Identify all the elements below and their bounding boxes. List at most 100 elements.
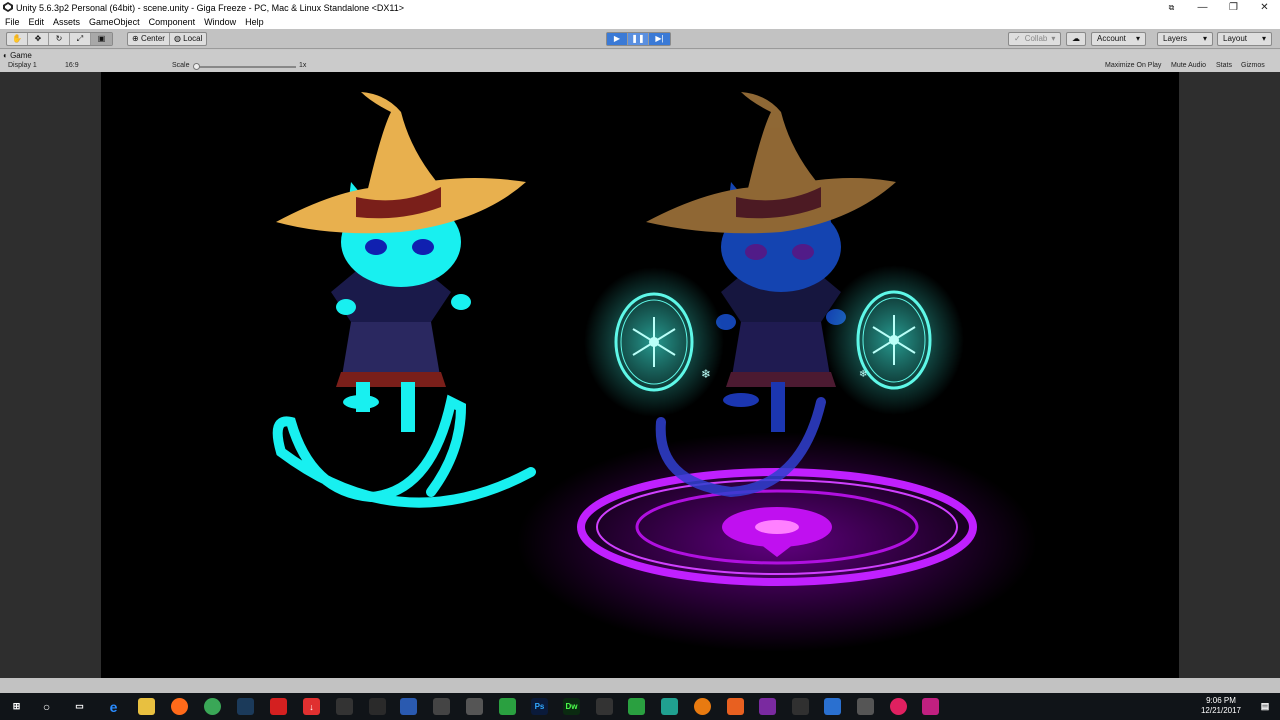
download-icon[interactable]: ↓ xyxy=(303,698,320,715)
transform-tools: ✋ ✥ ↻ ⤢ ▣ xyxy=(6,32,113,46)
app-orange-icon[interactable] xyxy=(727,698,744,715)
menu-window[interactable]: Window xyxy=(204,17,236,27)
mute-audio-toggle[interactable]: Mute Audio xyxy=(1171,62,1206,69)
rotate-tool-icon[interactable]: ↻ xyxy=(49,33,70,45)
scale-tool-icon[interactable]: ⤢ xyxy=(70,33,91,45)
snowflake-seal-left xyxy=(584,267,724,417)
cloud-button[interactable]: ☁ xyxy=(1066,32,1086,46)
itunes-icon[interactable] xyxy=(890,698,907,715)
unity-logo-icon xyxy=(3,2,13,12)
menu-gameobject[interactable]: GameObject xyxy=(89,17,140,27)
cortana-icon[interactable]: ○ xyxy=(38,698,55,715)
edge-icon[interactable]: e xyxy=(105,698,122,715)
maximize-button[interactable]: ❐ xyxy=(1218,0,1249,15)
clock-time: 9:06 PM xyxy=(1206,696,1236,705)
title-bar: Unity 5.6.3p2 Personal (64bit) - scene.u… xyxy=(0,0,1280,15)
account-label: Account xyxy=(1097,34,1126,43)
unity-icon[interactable] xyxy=(792,698,809,715)
layout-label: Layout xyxy=(1223,34,1248,43)
clock[interactable]: 9:06 PM 12/21/2017 xyxy=(1196,696,1246,716)
app-gray4-icon[interactable] xyxy=(466,698,483,715)
game-tab-icon: ◐ xyxy=(3,51,8,60)
menu-edit[interactable]: Edit xyxy=(29,17,45,27)
app-blue2-icon[interactable] xyxy=(824,698,841,715)
magic-circle xyxy=(517,432,1037,652)
status-bar xyxy=(0,678,1280,693)
blender-icon[interactable] xyxy=(694,698,711,715)
chevron-down-icon: ▾ xyxy=(1202,34,1207,43)
snowflake-particle: ❄ xyxy=(859,369,867,380)
chrome-icon[interactable] xyxy=(204,698,221,715)
globe-icon: ◍ xyxy=(173,34,181,43)
app-red-icon[interactable] xyxy=(270,698,287,715)
main-toolbar: ✋ ✥ ↻ ⤢ ▣ ⊕ Center ◍ Local ▶ ❚❚ ▶| ✓ Coll… xyxy=(0,29,1280,49)
menu-help[interactable]: Help xyxy=(245,17,264,27)
app-pink-icon[interactable] xyxy=(922,698,939,715)
scale-value: 1x xyxy=(299,62,307,69)
chevron-down-icon: ▾ xyxy=(1051,34,1056,43)
app-gray6-icon[interactable] xyxy=(857,698,874,715)
app-gray3-icon[interactable] xyxy=(433,698,450,715)
tab-game[interactable]: ◐ Game xyxy=(3,51,32,61)
pause-button[interactable]: ❚❚ xyxy=(628,33,649,45)
move-tool-icon[interactable]: ✥ xyxy=(28,33,49,45)
cloud-icon: ☁ xyxy=(1072,34,1080,43)
game-toolbar: Display 1 16:9 Scale 1x Maximize On Play… xyxy=(0,61,1280,71)
notifications-icon[interactable]: ▤ xyxy=(1256,698,1274,715)
collab-label: Collab xyxy=(1024,34,1048,43)
aspect-dropdown[interactable]: 16:9 xyxy=(65,62,79,69)
snowflake-particle: ❄ xyxy=(701,367,711,381)
app-gray2-icon[interactable] xyxy=(369,698,386,715)
task-view-icon[interactable]: ▭ xyxy=(71,698,88,715)
pivot-local-label: Local xyxy=(183,34,203,43)
pivot-toggles: ⊕ Center ◍ Local xyxy=(127,32,208,46)
pivot-local-button[interactable]: ◍ Local xyxy=(170,33,206,45)
app-green-icon[interactable] xyxy=(499,698,516,715)
restore-icon[interactable]: ⧉ xyxy=(1156,0,1187,15)
cat-witch-left xyxy=(272,92,536,508)
menu-component[interactable]: Component xyxy=(149,17,196,27)
firefox-icon[interactable] xyxy=(171,698,188,715)
menu-bar: File Edit Assets GameObject Component Wi… xyxy=(0,15,1280,29)
layers-dropdown[interactable]: Layers ▾ xyxy=(1157,32,1213,46)
account-dropdown[interactable]: Account ▾ xyxy=(1091,32,1146,46)
photoshop-icon[interactable]: Ps xyxy=(531,698,548,715)
window-title: Unity 5.6.3p2 Personal (64bit) - scene.u… xyxy=(16,2,405,13)
pivot-center-label: Center xyxy=(140,34,165,43)
game-scene: ❄ ❄ xyxy=(272,92,1037,652)
app-green2-icon[interactable] xyxy=(628,698,645,715)
app-teal-icon[interactable] xyxy=(661,698,678,715)
scale-slider-handle[interactable] xyxy=(193,63,200,70)
rect-tool-icon[interactable]: ▣ xyxy=(91,33,112,45)
dreamweaver-icon[interactable]: Dw xyxy=(563,698,580,715)
hand-tool-icon[interactable]: ✋ xyxy=(7,33,28,45)
start-icon[interactable]: ⊞ xyxy=(8,698,25,715)
close-button[interactable]: ✕ xyxy=(1249,0,1280,15)
play-button[interactable]: ▶ xyxy=(607,33,628,45)
menu-file[interactable]: File xyxy=(5,17,20,27)
menu-assets[interactable]: Assets xyxy=(53,17,80,27)
stats-toggle[interactable]: Stats xyxy=(1216,62,1232,69)
onenote-icon[interactable] xyxy=(759,698,776,715)
layout-dropdown[interactable]: Layout ▾ xyxy=(1217,32,1272,46)
game-tab-label: Game xyxy=(10,51,32,60)
step-button[interactable]: ▶| xyxy=(649,33,670,45)
maximize-on-play-toggle[interactable]: Maximize On Play xyxy=(1105,62,1161,69)
collab-button[interactable]: ✓ Collab ▾ xyxy=(1008,32,1062,46)
file-explorer-icon[interactable] xyxy=(138,698,155,715)
snowflake-seal-right xyxy=(824,265,964,415)
app-blue-icon[interactable] xyxy=(400,698,417,715)
minimize-button[interactable]: — xyxy=(1187,0,1218,15)
clock-date: 12/21/2017 xyxy=(1200,706,1242,715)
chevron-down-icon: ▾ xyxy=(1261,34,1266,43)
gizmos-dropdown[interactable]: Gizmos xyxy=(1241,62,1265,69)
app-gray-icon[interactable] xyxy=(336,698,353,715)
app-gray5-icon[interactable] xyxy=(596,698,613,715)
scale-slider[interactable] xyxy=(196,66,296,68)
game-view[interactable]: ❄ ❄ xyxy=(101,72,1179,678)
layers-label: Layers xyxy=(1163,34,1188,43)
display-dropdown[interactable]: Display 1 xyxy=(8,62,37,69)
playback-controls: ▶ ❚❚ ▶| xyxy=(606,32,671,46)
pivot-center-button[interactable]: ⊕ Center xyxy=(128,33,170,45)
steam-icon[interactable] xyxy=(237,698,254,715)
